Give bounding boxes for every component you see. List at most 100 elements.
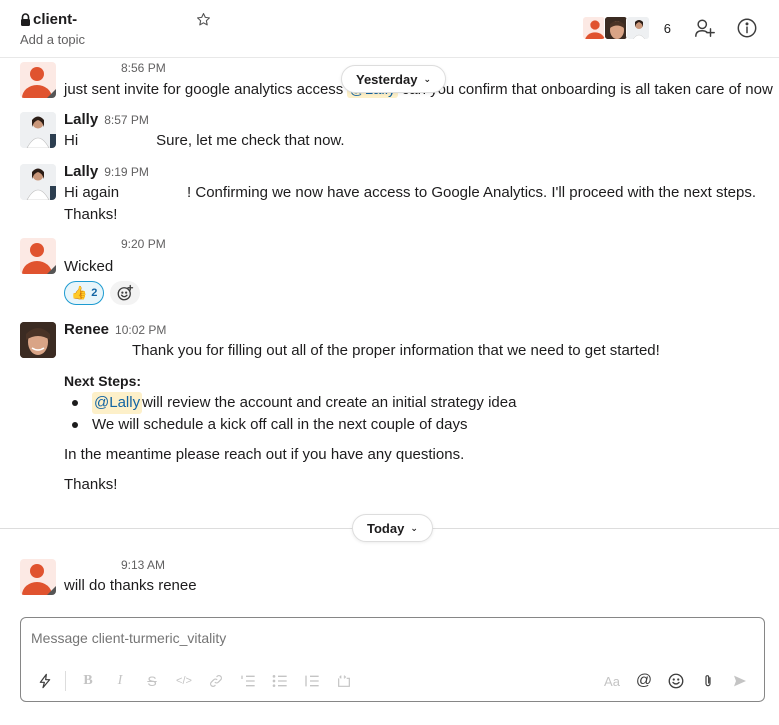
add-topic-link[interactable]: Add a topic [20, 32, 85, 47]
avatar[interactable] [20, 164, 56, 200]
member-avatar-default [581, 16, 606, 40]
message-text-part: Hi [64, 132, 79, 149]
info-icon [737, 18, 757, 38]
emoji-button[interactable] [660, 667, 692, 695]
add-emoji-icon [117, 284, 134, 301]
message-composer: B I S </> Aa @ [20, 617, 765, 702]
italic-button[interactable]: I [104, 667, 136, 695]
member-count[interactable]: 6 [664, 21, 671, 36]
paperclip-icon [705, 675, 711, 687]
ordered-list-icon [241, 675, 255, 687]
strikethrough-button[interactable]: S [136, 667, 168, 695]
list-item-text: We will schedule a kick off call in the … [92, 416, 468, 433]
user-mention[interactable]: @Lally [92, 392, 143, 414]
member-avatar-lally [625, 16, 650, 40]
reaction-thumbsup[interactable]: 👍 2 [64, 281, 105, 305]
list-item-text: will review the account and create an in… [142, 394, 517, 411]
bullet-icon [72, 400, 78, 406]
shortcuts-button[interactable] [29, 667, 61, 695]
code-block-button[interactable] [328, 667, 360, 695]
link-icon [210, 675, 222, 687]
message-timestamp[interactable]: 8:57 PM [104, 113, 149, 127]
date-label: Today [367, 520, 405, 536]
avatar[interactable] [20, 238, 56, 274]
member-avatar-renee [603, 16, 628, 40]
mention-button[interactable]: @ [628, 667, 660, 695]
list-item: We will schedule a kick off call in the … [72, 414, 516, 436]
message-text: will do thanks renee [64, 577, 197, 594]
message-item: 9:13 AM will do thanks renee [0, 558, 779, 602]
message-text-part: Hi again [64, 184, 120, 201]
ordered-list-button[interactable] [232, 667, 264, 695]
message-input[interactable] [31, 630, 731, 646]
formatting-toolbar: B I S </> Aa @ [29, 667, 756, 695]
message-timestamp[interactable]: 9:20 PM [121, 237, 166, 251]
message-list[interactable]: 8:56 PM just sent invite for google anal… [0, 59, 779, 609]
channel-name: client- [33, 11, 78, 28]
message-author[interactable]: Lally [64, 111, 98, 128]
message-item: Lally 9:19 PM Hi again ! Confirming we no… [0, 163, 779, 229]
channel-title[interactable]: client- [20, 11, 77, 28]
code-icon: </> [176, 675, 192, 687]
avatar[interactable] [20, 112, 56, 148]
message-timestamp[interactable]: 10:02 PM [115, 323, 166, 337]
message-text-part: ! Confirming we now have access to Googl… [187, 184, 757, 201]
add-reaction-button[interactable] [110, 281, 141, 305]
chevron-down-icon: ⌄ [423, 73, 431, 84]
code-button[interactable]: </> [168, 667, 200, 695]
bulleted-list-icon [272, 675, 287, 688]
bold-icon: B [83, 673, 93, 688]
chevron-down-icon: ⌄ [410, 522, 418, 533]
channel-header: client- Add a topic 6 [0, 0, 779, 58]
message-text-part: just sent invite for google analytics ac… [64, 81, 348, 98]
message-timestamp[interactable]: 8:56 PM [121, 61, 166, 75]
format-text-icon: Aa [604, 673, 620, 689]
emoji-icon [668, 673, 684, 689]
send-icon [734, 675, 746, 687]
bold-button[interactable]: B [72, 667, 104, 695]
star-icon[interactable] [196, 12, 211, 27]
bullet-icon [72, 422, 78, 428]
list-item: @Lally will review the account and creat… [72, 392, 516, 414]
lightning-icon [39, 673, 51, 689]
next-steps-list: @Lally will review the account and creat… [72, 392, 516, 436]
lock-icon [21, 13, 30, 26]
attach-button[interactable] [692, 667, 724, 695]
avatar[interactable] [20, 322, 56, 358]
message-timestamp[interactable]: 9:13 AM [121, 558, 165, 572]
message-text: Thank you for filling out all of the pro… [132, 342, 660, 359]
date-label: Yesterday [356, 71, 418, 87]
date-jump-today[interactable]: Today ⌄ [352, 514, 433, 542]
blockquote-button[interactable] [296, 667, 328, 695]
message-text: Hi again ! Confirming we now have access … [64, 182, 756, 204]
add-member-icon [695, 19, 715, 37]
message-text-part: Sure, let me check that now. [156, 132, 345, 149]
member-avatars[interactable] [581, 16, 650, 40]
message-text: Hi Sure, let me check that now. [64, 130, 345, 152]
message-item: 9:20 PM Wicked 👍 2 [0, 237, 779, 309]
message-item: Renee 10:02 PM Thank you for filling out… [0, 321, 779, 501]
message-text-line2: Thanks! [64, 206, 118, 223]
message-text: In the meantime please reach out if you … [64, 446, 465, 463]
add-member-button[interactable] [693, 16, 717, 40]
message-author[interactable]: Lally [64, 163, 98, 180]
avatar[interactable] [20, 62, 56, 98]
date-jump-yesterday[interactable]: Yesterday ⌄ [341, 65, 446, 93]
message-timestamp[interactable]: 9:19 PM [104, 165, 149, 179]
message-text-part: can you confirm that onboarding is all t… [397, 81, 773, 98]
bulleted-list-button[interactable] [264, 667, 296, 695]
next-steps-heading: Next Steps: [64, 373, 142, 389]
at-sign-icon: @ [635, 672, 653, 689]
message-text: Thanks! [64, 476, 118, 493]
avatar[interactable] [20, 559, 56, 595]
send-button[interactable] [724, 667, 756, 695]
reaction-count: 2 [91, 287, 98, 299]
link-button[interactable] [200, 667, 232, 695]
blockquote-icon [305, 675, 319, 687]
formatting-toggle-button[interactable]: Aa [596, 667, 628, 695]
message-author[interactable]: Renee [64, 321, 109, 338]
code-block-icon [338, 675, 350, 687]
channel-info-button[interactable] [735, 16, 759, 40]
message-text: Wicked [64, 258, 114, 275]
strikethrough-icon: S [147, 673, 157, 689]
